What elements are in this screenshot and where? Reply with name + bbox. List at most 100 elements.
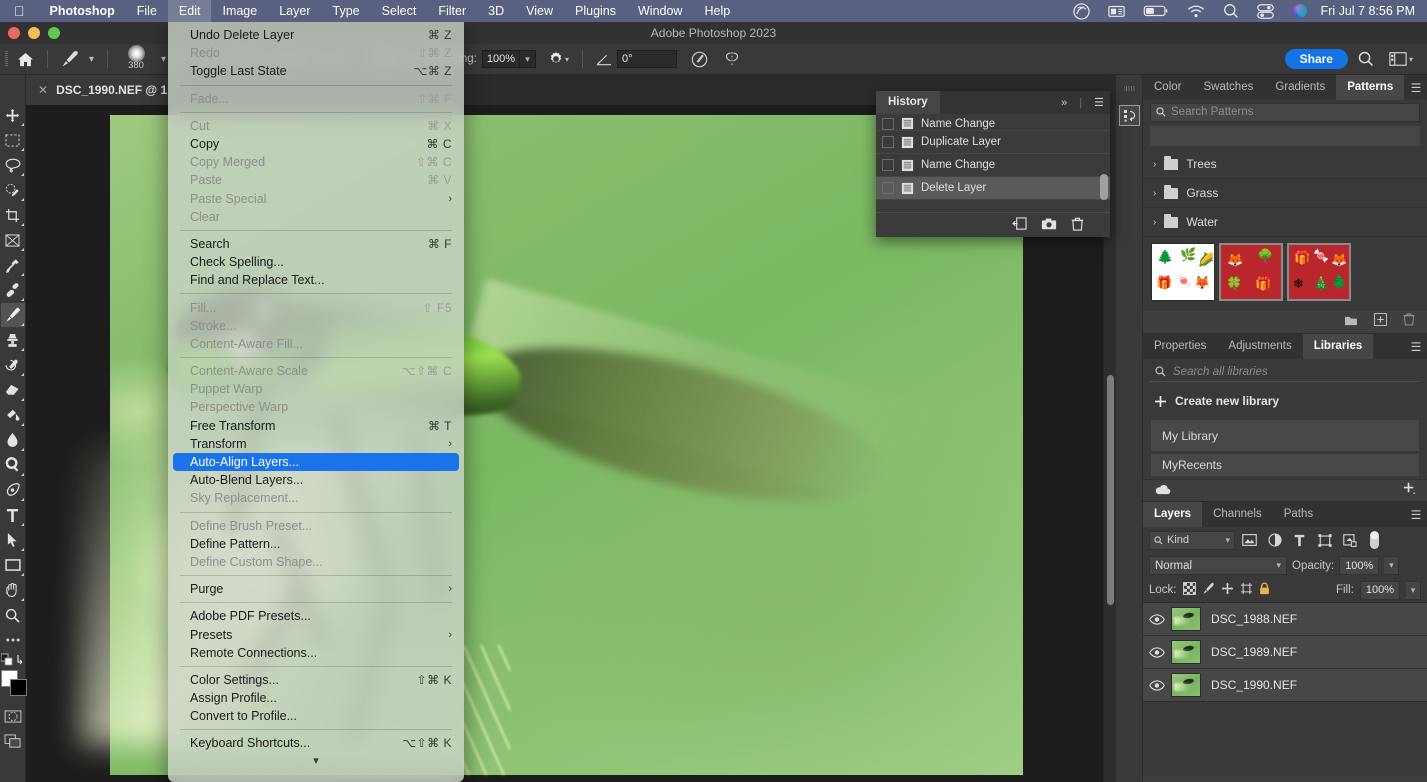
default-colors-and-swap[interactable] — [0, 653, 25, 667]
apple-logo-icon[interactable]:  — [0, 4, 39, 18]
tab-color[interactable]: Color — [1143, 75, 1192, 100]
blur-tool[interactable] — [1, 428, 25, 452]
filter-type-icon[interactable] — [1289, 530, 1310, 551]
lock-position-icon[interactable] — [1221, 582, 1234, 598]
hand-tool[interactable] — [1, 578, 25, 602]
share-button[interactable]: Share — [1284, 49, 1348, 69]
panel-menu-icon[interactable]: ☰ — [1405, 334, 1427, 359]
search-icon[interactable] — [1348, 51, 1384, 67]
list-item[interactable]: Duplicate Layer — [876, 131, 1110, 154]
menu-filter[interactable]: Filter — [427, 0, 477, 22]
close-icon[interactable]: ✕ — [38, 83, 48, 97]
menu-item-convert-to-profile[interactable]: Convert to Profile... — [168, 707, 464, 725]
list-item[interactable]: Delete Layer — [876, 177, 1110, 200]
layer-filter-kind-select[interactable]: Kind ▾ — [1149, 530, 1235, 550]
menu-layer[interactable]: Layer — [268, 0, 321, 22]
menu-item-free-transform[interactable]: Free Transform ⌘ T — [168, 417, 464, 435]
tab-history[interactable]: History — [876, 91, 940, 114]
pattern-folder-water[interactable]: › Water — [1143, 208, 1427, 237]
menu-item-adobe-pdf-presets[interactable]: Adobe PDF Presets... — [168, 607, 464, 625]
menu-select[interactable]: Select — [371, 0, 428, 22]
add-content-icon[interactable] — [1402, 482, 1416, 500]
pen-tool[interactable] — [1, 478, 25, 502]
brush-tool[interactable] — [0, 303, 25, 327]
frame-tool[interactable] — [1, 228, 25, 252]
menu-item-copy[interactable]: Copy ⌘ C — [168, 135, 464, 153]
menu-item-presets[interactable]: Presets › — [168, 625, 464, 643]
delete-pattern-icon[interactable] — [1403, 312, 1415, 331]
filter-toggle-icon[interactable] — [1364, 530, 1385, 551]
eyedropper-tool[interactable] — [1, 253, 25, 277]
scrollbar-thumb[interactable] — [1107, 375, 1114, 605]
new-group-icon[interactable] — [1344, 313, 1358, 331]
pattern-folder-grass[interactable]: › Grass — [1143, 179, 1427, 208]
menu-view[interactable]: View — [515, 0, 564, 22]
zoom-tool[interactable] — [1, 603, 25, 627]
more-tools-button[interactable] — [1, 628, 25, 652]
panel-menu-icon[interactable]: ☰ — [1088, 96, 1110, 109]
pressure-for-opacity-icon[interactable] — [677, 51, 713, 68]
lock-image-pixels-icon[interactable] — [1202, 582, 1215, 598]
object-select-tool[interactable] — [1, 178, 25, 202]
quick-mask-icon[interactable] — [1, 704, 25, 728]
new-snapshot-icon[interactable] — [1041, 218, 1057, 233]
history-brush-tool[interactable] — [1, 353, 25, 377]
chevron-down-icon[interactable]: ▾ — [168, 753, 464, 767]
panel-menu-icon[interactable]: ☰ — [1405, 502, 1427, 527]
gradient-tool[interactable] — [1, 403, 25, 427]
menu-file[interactable]: File — [126, 0, 168, 22]
siri-icon[interactable] — [1283, 3, 1317, 19]
filter-smart-object-icon[interactable] — [1339, 530, 1360, 551]
path-selection-tool[interactable] — [1, 528, 25, 552]
clone-stamp-tool[interactable] — [1, 328, 25, 352]
spot-healing-tool[interactable] — [1, 278, 25, 302]
move-tool[interactable] — [1, 103, 25, 127]
menu-edit[interactable]: Edit — [167, 0, 212, 22]
menu-item-auto-blend-layers[interactable]: Auto-Blend Layers... — [168, 471, 464, 489]
workspace-switcher-icon[interactable]: ▾ — [1384, 52, 1427, 66]
document-tab[interactable]: ✕ DSC_1990.NEF @ 1 — [26, 75, 180, 105]
brush-size-preview[interactable]: 380 — [116, 44, 156, 75]
create-new-library-button[interactable]: Create new library — [1143, 385, 1427, 417]
pattern-swatch-christmas-red-1[interactable]: 🦊 🌳 🍀 🎁 — [1219, 243, 1283, 301]
menu-item-toggle-last-state[interactable]: Toggle Last State ⌥⌘ Z — [168, 62, 464, 80]
tab-libraries[interactable]: Libraries — [1302, 334, 1374, 359]
library-item-myrecents[interactable]: MyRecents — [1151, 454, 1419, 476]
creative-cloud-icon[interactable] — [1064, 2, 1099, 20]
history-scrollbar-thumb[interactable] — [1100, 174, 1108, 200]
minimize-window-button[interactable] — [28, 27, 40, 39]
menu-window[interactable]: Window — [627, 0, 693, 22]
pattern-swatch-christmas-white[interactable]: 🌲 🌿 🌽 🎁 🍬 🦊 — [1151, 243, 1215, 301]
history-state-checkbox[interactable] — [882, 136, 894, 148]
menu-bar-clock[interactable]: Fri Jul 7 8:56 PM — [1317, 4, 1427, 18]
menu-item-undo-delete-layer[interactable]: Undo Delete Layer ⌘ Z — [168, 26, 464, 44]
filter-pixel-icon[interactable] — [1239, 530, 1260, 551]
eye-icon[interactable] — [1143, 679, 1171, 691]
history-state-checkbox[interactable] — [882, 159, 894, 171]
tab-layers[interactable]: Layers — [1143, 502, 1203, 527]
screen-mode-icon[interactable] — [1, 729, 25, 753]
close-window-button[interactable] — [8, 27, 20, 39]
lock-all-icon[interactable] — [1259, 582, 1270, 598]
menu-item-check-spelling[interactable]: Check Spelling... — [168, 253, 464, 271]
brush-preset-chevron-icon[interactable]: ▾ — [84, 54, 99, 65]
table-row[interactable]: DSC_1989.NEF — [1143, 636, 1427, 669]
smoothing-input[interactable]: 100% — [481, 50, 521, 68]
blend-mode-select[interactable]: Normal ▾ — [1149, 556, 1287, 575]
tab-properties[interactable]: Properties — [1143, 334, 1217, 359]
gear-icon[interactable]: ▾ — [536, 51, 574, 67]
pattern-swatch-christmas-red-2[interactable]: 🎁 🍬 🦊 ❄ 🎄 🌲 — [1287, 243, 1351, 301]
eraser-tool[interactable] — [1, 378, 25, 402]
fill-stepper[interactable]: ▾ — [1406, 580, 1421, 600]
menu-plugins[interactable]: Plugins — [564, 0, 627, 22]
fill-input[interactable]: 100% — [1359, 580, 1400, 600]
collapse-panel-icon[interactable]: » — [1055, 97, 1073, 109]
menu-item-remote-connections[interactable]: Remote Connections... — [168, 644, 464, 662]
menu-item-purge[interactable]: Purge › — [168, 580, 464, 598]
filter-shape-icon[interactable] — [1314, 530, 1335, 551]
eye-icon[interactable] — [1143, 613, 1171, 625]
menu-help[interactable]: Help — [693, 0, 741, 22]
library-item-my-library[interactable]: My Library — [1151, 420, 1419, 451]
brush-angle-input[interactable]: 0° — [617, 50, 678, 68]
panel-menu-icon[interactable]: ☰ — [1405, 75, 1427, 100]
